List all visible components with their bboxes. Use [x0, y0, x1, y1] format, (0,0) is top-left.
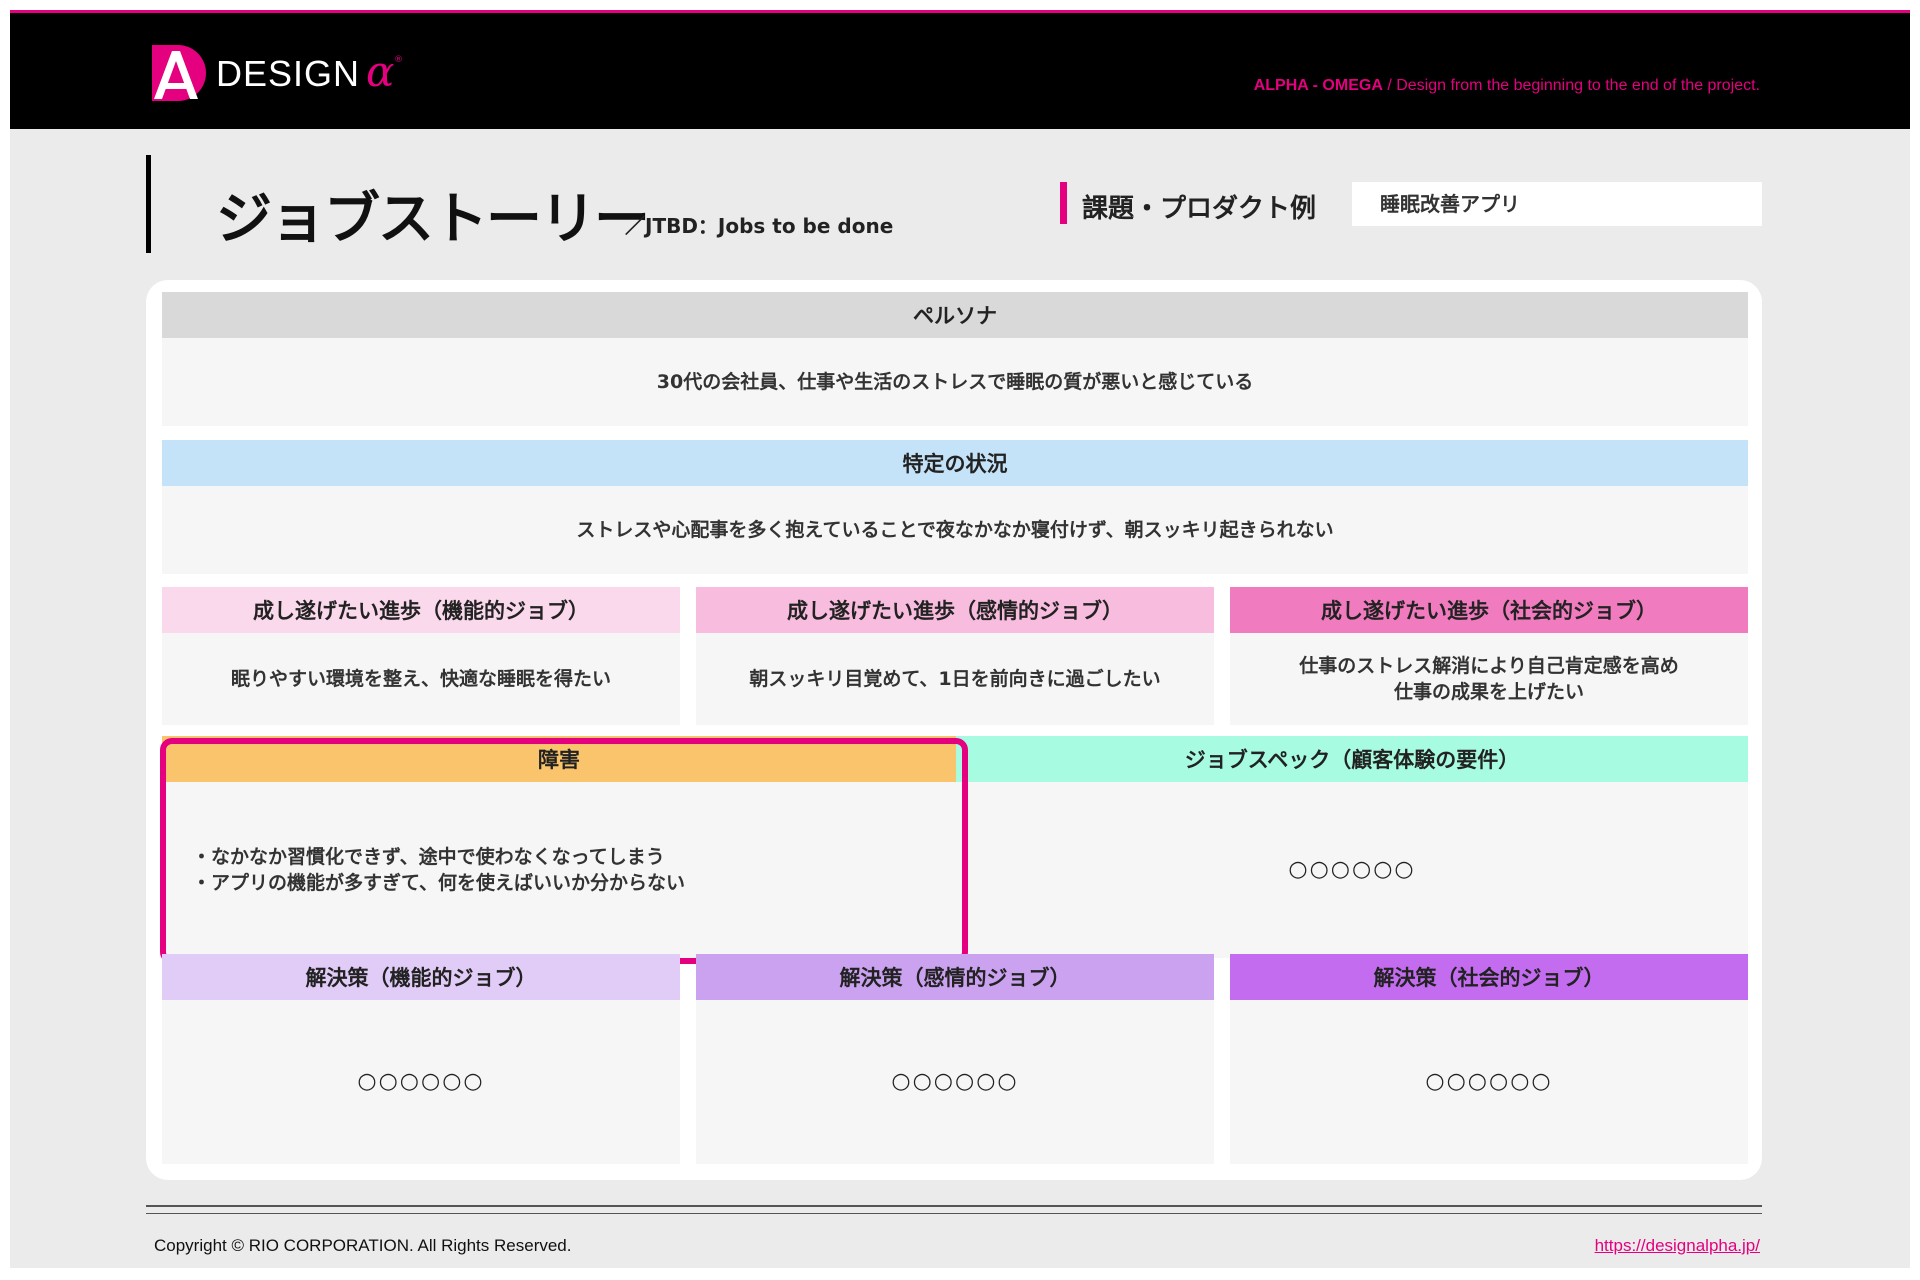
logo-registered-mark: ®: [394, 55, 403, 65]
design-alpha-logo-icon: [152, 45, 206, 101]
progress-social-text: 仕事のストレス解消により自己肯定感を高め 仕事の成果を上げたい: [1299, 655, 1679, 703]
tagline-brand: ALPHA - OMEGA: [1253, 77, 1383, 94]
tagline: ALPHA - OMEGA / Design from the beginnin…: [1254, 77, 1760, 95]
issue-value-box: 睡眠改善アプリ: [1352, 182, 1762, 226]
solution-functional-text: ○○○○○○: [357, 1069, 485, 1094]
progress-functional-heading: 成し遂げたい進歩（機能的ジョブ）: [162, 587, 680, 633]
job-spec-section: ジョブスペック（顧客体験の要件） ○○○○○○: [956, 736, 1748, 958]
progress-functional-section: 成し遂げたい進歩（機能的ジョブ） 眠りやすい環境を整え、快適な睡眠を得たい: [162, 587, 680, 725]
job-spec-text: ○○○○○○: [1288, 857, 1416, 882]
situation-text: ストレスや心配事を多く抱えていることで夜なかなか寝付けず、朝スッキリ起きられない: [576, 519, 1334, 541]
footer-divider: [146, 1205, 1762, 1207]
slide: DESIGN α ® ALPHA - OMEGA / Design from t…: [10, 10, 1910, 1268]
issue-label: 課題・プロダクト例: [1082, 194, 1317, 224]
job-spec-heading: ジョブスペック（顧客体験の要件）: [956, 736, 1748, 782]
website-link[interactable]: https://designalpha.jp/: [1595, 1236, 1760, 1256]
obstacle-highlight-frame: [160, 738, 968, 964]
progress-social-section: 成し遂げたい進歩（社会的ジョブ） 仕事のストレス解消により自己肯定感を高め 仕事…: [1230, 587, 1748, 725]
page-subtitle: ／JTBD：Jobs to be done: [625, 214, 894, 238]
persona-heading: ペルソナ: [162, 292, 1748, 338]
situation-heading: 特定の状況: [162, 440, 1748, 486]
persona-text: 30代の会社員、仕事や生活のストレスで睡眠の質が悪いと感じている: [656, 371, 1254, 393]
header-bar: DESIGN α ® ALPHA - OMEGA / Design from t…: [10, 10, 1910, 129]
solution-social-section: 解決策（社会的ジョブ） ○○○○○○: [1230, 954, 1748, 1164]
solution-emotional-heading: 解決策（感情的ジョブ）: [696, 954, 1214, 1000]
logo-alpha: α: [366, 47, 395, 96]
copyright-text: Copyright © RIO CORPORATION. All Rights …: [154, 1236, 572, 1255]
title-accent-bar: [146, 155, 151, 253]
solution-social-heading: 解決策（社会的ジョブ）: [1230, 954, 1748, 1000]
situation-section: 特定の状況 ストレスや心配事を多く抱えていることで夜なかなか寝付けず、朝スッキリ…: [162, 440, 1748, 574]
issue-accent-bar: [1060, 182, 1067, 224]
page-title: ジョブストーリー: [216, 187, 650, 252]
persona-section: ペルソナ 30代の会社員、仕事や生活のストレスで睡眠の質が悪いと感じている: [162, 292, 1748, 426]
tagline-text: / Design from the beginning to the end o…: [1382, 77, 1760, 94]
logo-text: DESIGN: [216, 53, 361, 94]
progress-social-heading: 成し遂げたい進歩（社会的ジョブ）: [1230, 587, 1748, 633]
progress-emotional-section: 成し遂げたい進歩（感情的ジョブ） 朝スッキリ目覚めて、1日を前向きに過ごしたい: [696, 587, 1214, 725]
solution-emotional-text: ○○○○○○: [891, 1069, 1019, 1094]
progress-emotional-text: 朝スッキリ目覚めて、1日を前向きに過ごしたい: [749, 668, 1161, 690]
progress-functional-text: 眠りやすい環境を整え、快適な睡眠を得たい: [230, 668, 611, 690]
solution-functional-heading: 解決策（機能的ジョブ）: [162, 954, 680, 1000]
solution-functional-section: 解決策（機能的ジョブ） ○○○○○○: [162, 954, 680, 1164]
footer-divider-thin: [146, 1213, 1762, 1214]
solution-social-text: ○○○○○○: [1425, 1069, 1553, 1094]
solution-emotional-section: 解決策（感情的ジョブ） ○○○○○○: [696, 954, 1214, 1164]
progress-emotional-heading: 成し遂げたい進歩（感情的ジョブ）: [696, 587, 1214, 633]
